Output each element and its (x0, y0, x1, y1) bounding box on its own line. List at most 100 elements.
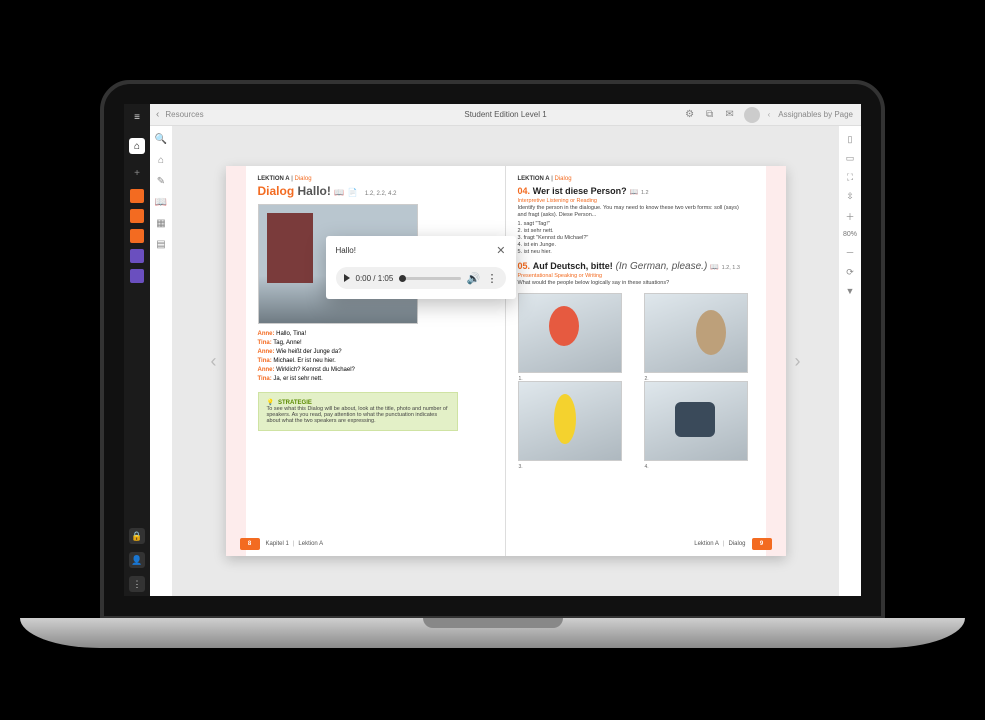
page-icon[interactable]: 📄 (348, 188, 358, 197)
gear-icon[interactable]: ⚙ (684, 109, 696, 121)
zoom-out-icon[interactable]: － (845, 246, 854, 259)
zoom-in-icon[interactable]: ＋ (845, 210, 854, 223)
view-column: ▯ ▭ ⛶ ⇳ ＋ 80% － ⟳ ▼ (839, 126, 861, 596)
breadcrumb-resources[interactable]: Resources (165, 110, 203, 119)
swatch-4[interactable] (130, 249, 144, 263)
terminal-icon[interactable]: ≡ (130, 110, 144, 124)
prev-page-button[interactable]: ‹ (202, 349, 226, 373)
scroll-icon[interactable]: ⇳ (846, 191, 854, 202)
section-desc: What would the people below logically sa… (518, 280, 748, 287)
list-item: 3. fragt "Kennst du Michael?" (518, 235, 748, 241)
strategy-body: To see what this Dialog will be about, l… (267, 406, 449, 424)
book-icon[interactable]: 📖 (334, 188, 344, 197)
caption: 4. (645, 464, 649, 470)
crumb-dialog: Dialog (555, 176, 572, 182)
heading-word2: Hallo! (298, 184, 331, 198)
dialog-line: Anne: Wirklich? Kennst du Michael? (258, 366, 438, 375)
laptop-base (20, 618, 965, 648)
section-paren: (In German, please.) (616, 261, 708, 272)
pencil-icon[interactable]: ✎ (157, 176, 165, 187)
situation-thumb: 4. (644, 381, 748, 461)
volume-icon[interactable]: 🔊 (467, 272, 481, 285)
popup-title: Hallo! (336, 246, 356, 255)
down-icon[interactable]: ▼ (846, 286, 855, 296)
book-icon[interactable]: 📖 (710, 264, 719, 271)
section-sub: Presentational Speaking or Writing (518, 273, 748, 279)
dialog-lines: Anne: Hallo, Tina! Tina: Tag, Anne! Anne… (258, 330, 438, 384)
photo-grid: 1. 2. 3. 4. (518, 293, 748, 461)
layers-icon[interactable]: ▤ (156, 239, 165, 250)
book-spread: LEKTION A | Dialog Dialog Hallo! 📖 📄 1.2… (226, 166, 786, 556)
audio-track[interactable] (399, 277, 460, 280)
dialog-line: Tina: Tag, Anne! (258, 339, 438, 348)
situation-thumb: 1. (518, 293, 622, 373)
margin-stripe (226, 166, 246, 556)
single-page-icon[interactable]: ▯ (848, 134, 853, 145)
list-item: 1. sagt "Tag!" (518, 221, 748, 227)
audio-player[interactable]: 0:00 / 1:05 🔊 ⋮ (336, 267, 506, 289)
list-item: 5. ist neu hier. (518, 249, 748, 255)
heading-word1: Dialog (258, 184, 295, 198)
section-title: Auf Deutsch, bitte! (533, 261, 613, 271)
swatch-1[interactable] (130, 189, 144, 203)
strategy-box: STRATEGIE To see what this Dialog will b… (258, 392, 458, 431)
audio-popup: Hallo! ✕ 0:00 / 1:05 🔊 ⋮ (326, 236, 516, 299)
swatch-2[interactable] (130, 209, 144, 223)
list-item: 4. ist ein Junge. (518, 242, 748, 248)
page-number: 9 (752, 538, 772, 550)
grid-icon[interactable]: ▦ (156, 218, 165, 229)
page-footer-right: Lektion A | Dialog 9 (506, 538, 786, 550)
crumb-lektion: LEKTION A (258, 176, 290, 182)
audio-time: 0:00 / 1:05 (356, 274, 394, 283)
swatch-5[interactable] (130, 269, 144, 283)
page-heading: Dialog Hallo! 📖 📄 1.2, 2.2, 4.2 (258, 184, 505, 198)
footer-lektion: Lektion A (694, 541, 719, 547)
contents-icon[interactable]: ⌂ (158, 155, 164, 166)
book-icon[interactable]: 📖 (629, 189, 638, 196)
footer-lektion: Lektion A (298, 541, 323, 547)
page-number: 8 (240, 538, 260, 550)
screen: ≡ ⌂ + 🔒 👤 ⋮ ‹ Resources Student Edition … (124, 104, 861, 596)
caption: 3. (519, 464, 523, 470)
user-icon[interactable]: 👤 (129, 552, 145, 568)
footer-dialog: Dialog (728, 541, 745, 547)
back-chevron-icon[interactable]: ‹ (156, 109, 159, 120)
margin-stripe (766, 166, 786, 556)
lektion-breadcrumb: LEKTION A | Dialog (518, 176, 786, 182)
lektion-breadcrumb: LEKTION A | Dialog (258, 176, 505, 182)
section-04: 04. Wer ist diese Person? 📖 1.2 Interpre… (518, 186, 748, 255)
assignables-link[interactable]: Assignables by Page (778, 110, 853, 119)
spread-icon[interactable]: ▭ (846, 153, 855, 164)
standards-meta: 1.2, 2.2, 4.2 (365, 191, 397, 197)
mail-icon[interactable]: ✉ (724, 109, 736, 121)
lock-icon[interactable]: 🔒 (129, 528, 145, 544)
section-sub: Interpretive Listening or Reading (518, 198, 748, 204)
system-sidebar: ≡ ⌂ + 🔒 👤 ⋮ (124, 104, 150, 596)
page-footer-left: 8 Kapitel 1 | Lektion A (226, 538, 505, 550)
dialog-line: Anne: Hallo, Tina! (258, 330, 438, 339)
more-icon[interactable]: ⋮ (487, 272, 498, 285)
section-desc: Identify the person in the dialogue. You… (518, 205, 748, 219)
book-icon[interactable]: 📖 (155, 197, 167, 208)
situation-thumb: 3. (518, 381, 622, 461)
dialog-line: Tina: Michael. Er ist neu hier. (258, 357, 438, 366)
play-icon[interactable] (344, 274, 350, 282)
laptop-frame: ≡ ⌂ + 🔒 👤 ⋮ ‹ Resources Student Edition … (100, 80, 885, 620)
page-title: Student Edition Level 1 (464, 110, 546, 119)
home-icon[interactable]: ⌂ (129, 138, 145, 154)
avatar[interactable] (744, 107, 760, 123)
page-right: LEKTION A | Dialog 04. Wer ist diese Per… (506, 166, 786, 556)
next-page-button[interactable]: › (786, 349, 810, 373)
add-icon[interactable]: + (130, 166, 144, 180)
reload-icon[interactable]: ⟳ (846, 267, 854, 278)
swatch-3[interactable] (130, 229, 144, 243)
search-icon[interactable]: 🔍 (155, 134, 167, 145)
crumb-dialog: Dialog (295, 176, 312, 182)
external-icon[interactable]: ⧉ (704, 109, 716, 121)
close-icon[interactable]: ✕ (496, 244, 505, 257)
zoom-label: 80% (843, 231, 857, 238)
more-icon[interactable]: ⋮ (129, 576, 145, 592)
strategy-head: STRATEGIE (267, 399, 449, 406)
section-list: 1. sagt "Tag!" 2. ist sehr nett. 3. frag… (518, 221, 748, 255)
fit-icon[interactable]: ⛶ (847, 172, 853, 183)
